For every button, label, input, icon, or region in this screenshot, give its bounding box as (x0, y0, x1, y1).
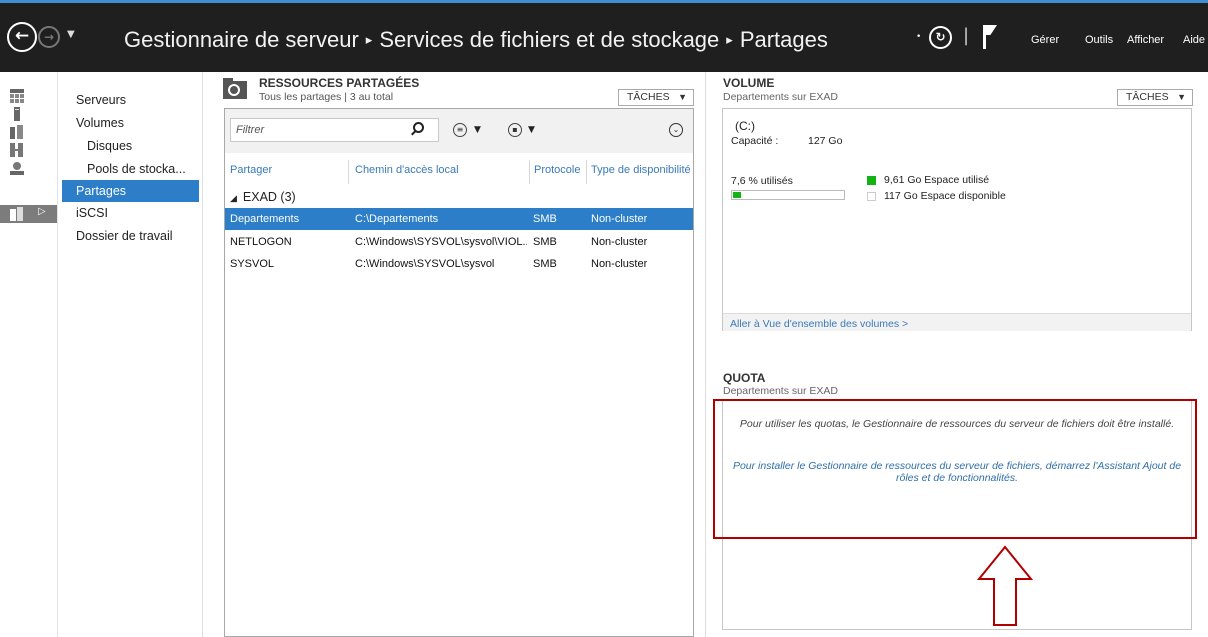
column-divider (348, 160, 349, 184)
title-bar: ← → ▼ Gestionnaire de serveur ▸ Services d… (0, 0, 1208, 72)
share-name: NETLOGON (230, 236, 292, 248)
volumes-overview-link[interactable]: Aller à Vue d'ensemble des volumes > (730, 318, 908, 330)
list-options-icon[interactable]: ≡ (453, 123, 467, 137)
volume-drive: (C:) (735, 119, 755, 133)
menu-tools[interactable]: Outils (1085, 34, 1113, 46)
column-divider (529, 160, 530, 184)
used-legend-swatch (867, 176, 876, 185)
file-storage-rail-selected[interactable] (0, 205, 57, 223)
dashboard-icon[interactable] (10, 89, 24, 103)
volume-tasks-button[interactable]: TÂCHES ▼ (1117, 89, 1193, 106)
history-dropdown-icon[interactable]: ▼ (67, 29, 75, 40)
icon-rail: ▷ (0, 72, 58, 637)
file-storage-nav: Serveurs Volumes Disques Pools de stocka… (62, 72, 202, 637)
table-row[interactable]: NETLOGON C:\Windows\SYSVOL\sysvol\VIOL..… (225, 231, 693, 253)
chevron-down-icon[interactable]: ▼ (528, 125, 535, 135)
free-legend-swatch (867, 192, 876, 201)
capacity-label: Capacité : (731, 135, 779, 147)
nav-item-servers[interactable]: Serveurs (62, 89, 199, 111)
share-name: Departements (230, 213, 300, 225)
usage-bar (731, 190, 845, 200)
free-legend: 117 Go Espace disponible (884, 190, 1006, 202)
breadcrumb-server-manager[interactable]: Gestionnaire de serveur (124, 27, 359, 52)
local-server-icon[interactable] (10, 107, 24, 121)
ad-ds-icon[interactable] (10, 143, 24, 157)
shares-tasks-button[interactable]: TÂCHES ▼ (618, 89, 694, 106)
notifications-flag-icon[interactable] (983, 25, 997, 49)
group-header[interactable]: ◢ EXAD (3) (230, 190, 296, 204)
nav-item-shares[interactable]: Partages (62, 180, 199, 202)
menu-manage[interactable]: Gérer (1031, 34, 1059, 46)
save-query-icon[interactable]: ▪ (508, 123, 522, 137)
column-header-share[interactable]: Partager (230, 164, 272, 176)
breadcrumb-shares: Partages (739, 27, 828, 52)
group-label: EXAD (3) (242, 190, 296, 204)
share-protocol: SMB (533, 213, 557, 225)
panel-divider (705, 72, 706, 637)
table-row[interactable]: SYSVOL C:\Windows\SYSVOL\sysvol SMB Non-… (225, 253, 693, 275)
expand-icon[interactable]: ⌄ (669, 123, 683, 137)
column-header-protocol[interactable]: Protocole (534, 164, 580, 176)
shares-list-frame (224, 108, 694, 637)
menu-view[interactable]: Afficher (1127, 34, 1164, 46)
filter-input[interactable]: Filtrer (230, 118, 439, 142)
collapse-triangle-icon[interactable]: ◢ (230, 193, 237, 203)
breadcrumb: Gestionnaire de serveur ▸ Services de fich… (124, 27, 828, 53)
menu-help[interactable]: Aide (1183, 34, 1205, 46)
share-availability: Non-cluster (591, 258, 648, 270)
quota-subtitle: Departements sur EXAD (723, 385, 838, 397)
breadcrumb-file-storage[interactable]: Services de fichiers et de stockage (379, 27, 719, 52)
up-arrow-annotation (976, 545, 1034, 626)
column-header-local-path[interactable]: Chemin d'accès local (355, 164, 459, 176)
shares-subtitle: Tous les partages | 3 au total (259, 91, 394, 103)
chevron-down-icon[interactable]: ▼ (474, 125, 481, 135)
chevron-down-icon: ▼ (1177, 92, 1186, 102)
nav-item-work-folders[interactable]: Dossier de travail (62, 225, 199, 247)
refresh-icon[interactable]: ↻ (929, 26, 952, 49)
usage-bar-fill (733, 192, 741, 198)
forward-arrow-icon[interactable]: → (38, 26, 60, 48)
back-arrow-icon[interactable]: ← (7, 22, 37, 52)
used-legend: 9,61 Go Espace utilisé (884, 174, 990, 186)
nav-item-storage-pools[interactable]: Pools de stocka... (62, 158, 199, 180)
breadcrumb-separator: ▸ (726, 32, 733, 47)
share-path: C:\Windows\SYSVOL\sysvol\VIOL... (355, 236, 527, 248)
tasks-label: TÂCHES (627, 91, 670, 103)
used-percent: 7,6 % utilisés (731, 175, 793, 187)
search-icon[interactable] (413, 122, 424, 133)
column-header-availability[interactable]: Type de disponibilité (591, 164, 691, 176)
share-path: C:\Departements (355, 213, 439, 225)
dns-icon[interactable] (10, 161, 24, 175)
shares-panel-icon (223, 78, 247, 99)
volume-subtitle: Departements sur EXAD (723, 91, 838, 103)
share-name: SYSVOL (230, 258, 275, 270)
refresh-dropdown-icon[interactable]: • (916, 32, 921, 42)
all-servers-icon[interactable] (10, 125, 24, 139)
share-protocol: SMB (533, 236, 557, 248)
shares-title: RESSOURCES PARTAGÉES (259, 76, 420, 90)
toolbar-divider: | (963, 25, 970, 46)
volume-title: VOLUME (723, 76, 775, 90)
highlight-box (713, 399, 1197, 539)
nav-item-disks[interactable]: Disques (62, 135, 199, 157)
quota-title: QUOTA (723, 371, 766, 385)
file-storage-icon[interactable] (10, 207, 24, 221)
share-path: C:\Windows\SYSVOL\sysvol (355, 258, 495, 270)
share-protocol: SMB (533, 258, 557, 270)
column-divider (586, 160, 587, 184)
share-availability: Non-cluster (591, 213, 648, 225)
volume-frame (722, 108, 1192, 331)
chevron-down-icon: ▼ (678, 92, 687, 102)
capacity-value: 127 Go (808, 135, 843, 147)
breadcrumb-separator: ▸ (365, 32, 373, 47)
tasks-label: TÂCHES (1126, 91, 1169, 103)
nav-item-volumes[interactable]: Volumes (62, 112, 199, 134)
server-manager-window: ← → ▼ Gestionnaire de serveur ▸ Services d… (0, 0, 1208, 637)
expand-chevron-icon[interactable]: ▷ (38, 206, 46, 217)
table-row[interactable]: Departements C:\Departements SMB Non-clu… (225, 208, 693, 230)
nav-item-iscsi[interactable]: iSCSI (62, 202, 199, 224)
share-availability: Non-cluster (591, 236, 648, 248)
nav-divider (202, 72, 203, 637)
